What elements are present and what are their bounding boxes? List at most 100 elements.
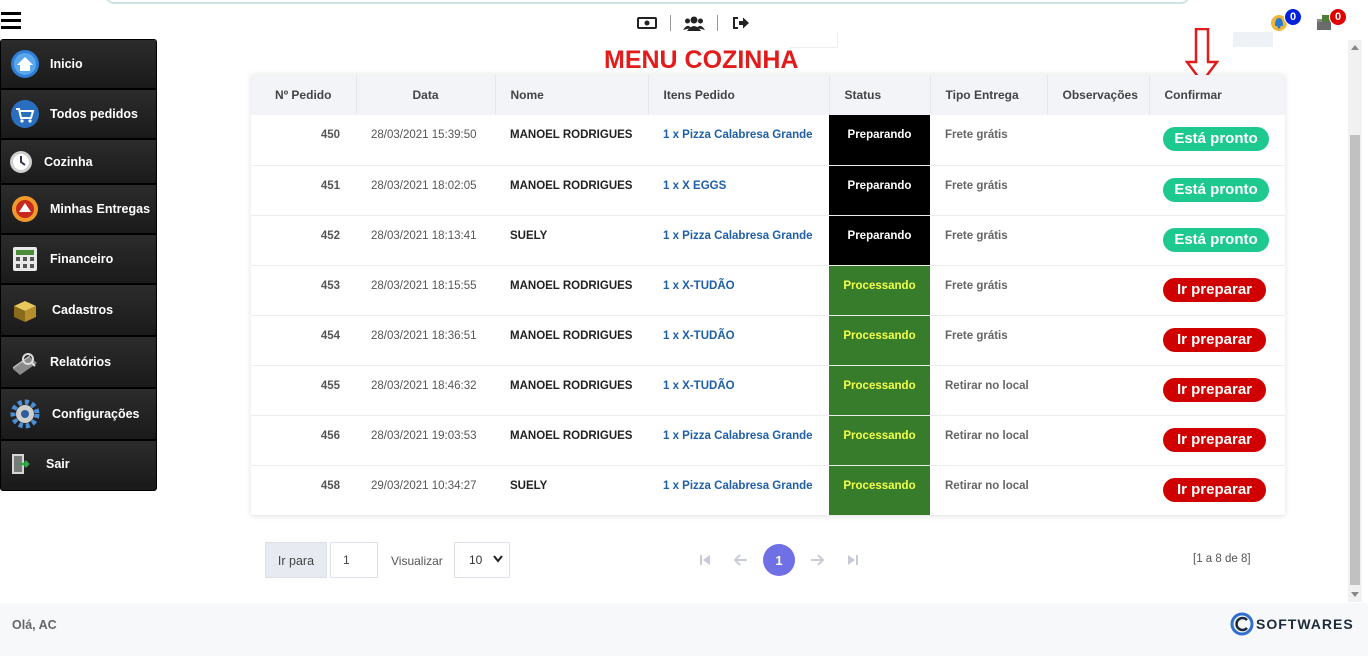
cell-tipo-entrega: Frete grátis (930, 165, 1047, 216)
ir-preparar-button[interactable]: Ir preparar (1163, 477, 1266, 502)
esta-pronto-button[interactable]: Está pronto (1163, 127, 1269, 151)
sidebar-item-configuracoes[interactable]: Configurações (1, 389, 156, 441)
cell-confirmar: Ir preparar (1149, 415, 1285, 466)
sidebar-item-label: Inicio (50, 57, 83, 71)
sidebar-item-label: Sair (46, 456, 70, 471)
page-size-value: 10 (469, 553, 483, 567)
cell-observacoes (1047, 265, 1149, 316)
status-badge: Processando (829, 365, 930, 416)
scroll-up-icon[interactable] (1351, 45, 1359, 50)
sidebar-item-todos-pedidos[interactable]: Todos pedidos (1, 90, 156, 140)
sidebar-item-label: Minhas Entregas (50, 202, 151, 216)
cell-tipo-entrega: Frete grátis (930, 315, 1047, 366)
cell-nome: MANOEL RODRIGUES (495, 415, 648, 466)
esta-pronto-button[interactable]: Está pronto (1163, 227, 1269, 252)
status-badge: Preparando (829, 215, 930, 266)
last-page-icon[interactable] (835, 544, 871, 576)
current-page-button[interactable]: 1 (763, 544, 795, 576)
sidebar-item-inicio[interactable]: Inicio (1, 40, 156, 90)
next-page-icon[interactable] (799, 544, 835, 576)
cell-itens-pedido[interactable]: 1 x X-TUDÃO (648, 265, 829, 316)
footer: Olá, AC SOFTWARES (0, 603, 1368, 656)
page-size-select[interactable]: 10 (454, 542, 510, 578)
sign-out-icon[interactable] (730, 14, 752, 32)
cell-data: 28/03/2021 18:36:51 (356, 315, 495, 366)
user-greeting: Olá, AC (12, 618, 57, 632)
table-row: 455 28/03/2021 18:46:32 MANOEL RODRIGUES 1 … (251, 365, 1285, 416)
status-badge: Processando (829, 265, 930, 316)
delivery-icon (9, 193, 41, 225)
cell-data: 28/03/2021 18:02:05 (356, 165, 495, 216)
cell-tipo-entrega: Retirar no local (930, 365, 1047, 416)
cell-data: 28/03/2021 15:39:50 (356, 115, 495, 166)
sidebar-item-label: Configurações (52, 407, 140, 421)
cell-num-pedido: 456 (251, 415, 356, 466)
table-row: 451 28/03/2021 18:02:05 MANOEL RODRIGUES 1 … (251, 165, 1285, 216)
header-tipo-entrega[interactable]: Tipo Entrega (930, 75, 1048, 115)
sidebar-item-label: Relatórios (50, 355, 112, 369)
scroll-down-icon[interactable] (1351, 592, 1359, 597)
sidebar-item-label: Cadastros (52, 303, 114, 317)
goto-page-input[interactable] (330, 542, 378, 578)
sidebar-item-label: Todos pedidos (50, 107, 138, 121)
cell-tipo-entrega: Frete grátis (930, 115, 1047, 166)
sidebar-item-cadastros[interactable]: Cadastros (1, 285, 156, 337)
page-range-text: [1 a 8 de 8] (1193, 553, 1251, 565)
header-status[interactable]: Status (829, 75, 931, 115)
cell-data: 29/03/2021 10:34:27 (356, 465, 495, 516)
brand-logo: SOFTWARES (1230, 612, 1354, 636)
header-observacoes[interactable]: Observações (1047, 75, 1150, 115)
first-page-icon[interactable] (687, 544, 723, 576)
table-row: 450 28/03/2021 15:39:50 MANOEL RODRIGUES 1 … (251, 115, 1285, 166)
goto-page-button[interactable]: Ir para (265, 542, 327, 578)
hamburger-menu-icon[interactable] (1, 12, 21, 30)
sidebar-item-minhas-entregas[interactable]: Minhas Entregas (1, 185, 156, 235)
notifications-count-badge: 0 (1284, 8, 1302, 26)
cell-nome: SUELY (495, 465, 648, 516)
header-confirmar[interactable]: Confirmar (1149, 75, 1285, 115)
users-icon[interactable] (683, 14, 705, 32)
previous-page-icon[interactable] (723, 544, 759, 576)
table-row: 452 28/03/2021 18:13:41 SUELY 1 x Pizza Cal… (251, 215, 1285, 266)
page-size-label: Visualizar (391, 554, 443, 568)
sidebar-item-cozinha[interactable]: Cozinha (1, 140, 156, 185)
header-nome[interactable]: Nome (495, 75, 649, 115)
sidebar-item-financeiro[interactable]: Financeiro (1, 235, 156, 285)
exit-icon (9, 448, 33, 480)
cell-itens-pedido[interactable]: 1 x Pizza Calabresa Grande (648, 215, 829, 266)
cell-nome: MANOEL RODRIGUES (495, 365, 648, 416)
cell-num-pedido: 458 (251, 465, 356, 516)
cell-observacoes (1047, 365, 1149, 416)
cell-itens-pedido[interactable]: 1 x Pizza Calabresa Grande (648, 415, 829, 466)
header-data[interactable]: Data (356, 75, 496, 115)
cell-nome: MANOEL RODRIGUES (495, 315, 648, 366)
box-icon (9, 294, 41, 326)
cell-itens-pedido[interactable]: 1 x Pizza Calabresa Grande (648, 115, 829, 166)
orders-notifications[interactable]: 0 (1315, 8, 1347, 37)
cell-itens-pedido[interactable]: 1 x Pizza Calabresa Grande (648, 465, 829, 516)
header-center-icons (636, 14, 752, 32)
esta-pronto-button[interactable]: Está pronto (1163, 177, 1269, 202)
ir-preparar-button[interactable]: Ir preparar (1163, 277, 1266, 302)
header-num-pedido[interactable]: Nº Pedido (251, 75, 357, 115)
home-icon (9, 48, 41, 80)
orders-table-card: Nº Pedido Data Nome Itens Pedido Status … (251, 75, 1285, 516)
cell-num-pedido: 450 (251, 115, 356, 166)
cash-icon[interactable] (636, 14, 658, 32)
vertical-scrollbar[interactable] (1348, 40, 1362, 602)
ir-preparar-button[interactable]: Ir preparar (1163, 327, 1266, 352)
cell-confirmar: Está pronto (1149, 215, 1285, 266)
ir-preparar-button[interactable]: Ir preparar (1163, 427, 1266, 452)
sidebar-item-sair[interactable]: Sair (1, 441, 156, 486)
sidebar-item-relatorios[interactable]: Relatórios (1, 337, 156, 389)
status-badge: Processando (829, 415, 930, 466)
header-itens-pedido[interactable]: Itens Pedido (648, 75, 830, 115)
header-separator (670, 15, 671, 31)
chevron-down-icon (493, 555, 503, 563)
report-icon (9, 346, 41, 378)
cell-itens-pedido[interactable]: 1 x X EGGS (648, 165, 829, 216)
cell-itens-pedido[interactable]: 1 x X-TUDÃO (648, 315, 829, 366)
ir-preparar-button[interactable]: Ir preparar (1163, 377, 1266, 402)
cell-itens-pedido[interactable]: 1 x X-TUDÃO (648, 365, 829, 416)
scrollbar-thumb[interactable] (1350, 135, 1360, 585)
